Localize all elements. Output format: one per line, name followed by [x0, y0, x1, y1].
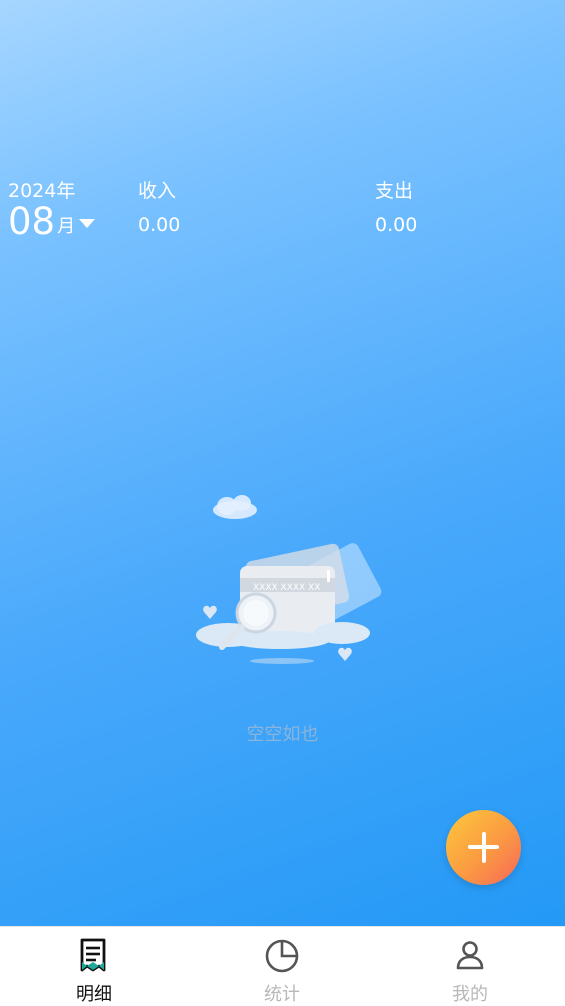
card-number-text: XXXX XXXX XX	[253, 583, 320, 593]
tab-profile-label: 我的	[452, 984, 488, 1005]
tab-statistics[interactable]: 统计	[188, 927, 376, 1005]
bottom-tab-bar: 明细 统计 我的	[0, 926, 565, 1005]
main-screen: 2024年 08 月 收入 0.00 支出 0.00 XXXX XXXX XX …	[0, 0, 565, 926]
expense-value: 0.00	[375, 214, 418, 236]
tab-statistics-label: 统计	[264, 984, 300, 1005]
month-suffix: 月	[57, 216, 76, 237]
empty-state-illustration: XXXX XXXX XX	[196, 495, 382, 664]
add-record-button[interactable]	[446, 810, 521, 885]
month-picker[interactable]: 08 月	[8, 200, 96, 243]
income-label: 收入	[138, 180, 177, 202]
empty-message: 空空如也	[246, 724, 319, 745]
tab-details[interactable]: 明细	[0, 927, 188, 1005]
pie-chart-icon	[265, 939, 299, 973]
income-value: 0.00	[138, 214, 181, 236]
year-label: 2024年	[8, 180, 76, 202]
tab-details-label: 明细	[76, 984, 112, 1005]
expense-label: 支出	[375, 180, 414, 202]
month-value: 08	[8, 200, 56, 243]
month-summary: 2024年 08 月 收入 0.00 支出 0.00	[0, 170, 565, 250]
dropdown-caret-icon	[79, 219, 96, 228]
user-icon	[456, 941, 484, 970]
receipt-icon	[80, 938, 106, 972]
tab-profile[interactable]: 我的	[376, 927, 564, 1005]
